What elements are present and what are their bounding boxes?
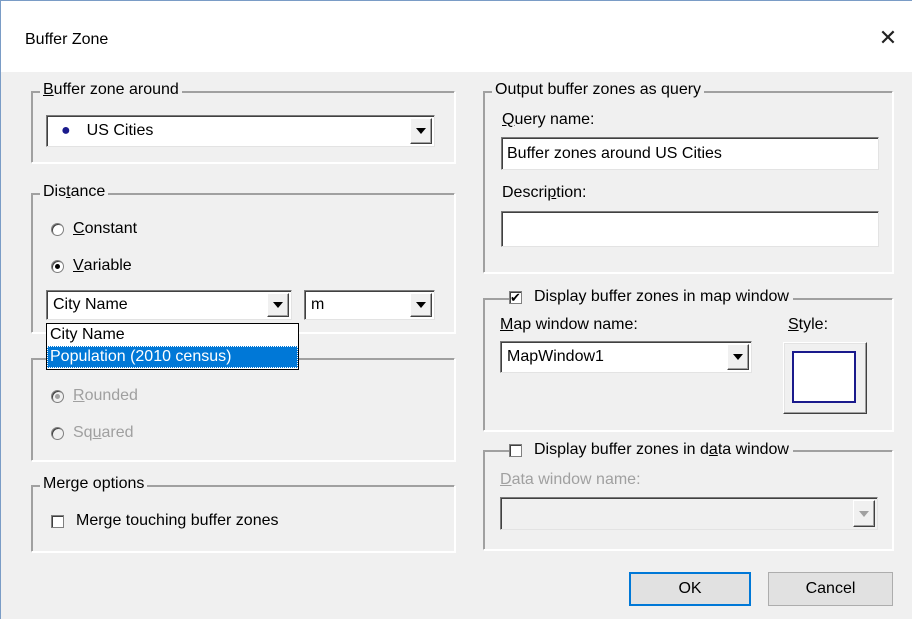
dialog-title: Buffer Zone [25,31,109,48]
style-swatch [792,351,856,403]
merge-label: Merge options [40,475,148,493]
squared-radio[interactable]: Sq u ared [51,424,134,442]
radio-checked-icon [51,389,64,403]
checkbox-icon [509,443,522,457]
data-window-name-label: Data window name: [500,471,641,488]
query-group-label: Output buffer zones as query [492,81,705,99]
chevron-down-icon[interactable] [410,118,432,144]
title-bar: Buffer Zone ✕ [1,1,912,72]
query-name-value: Buffer zones around US Cities [507,144,722,162]
rounded-radio[interactable]: Rounded [51,387,138,405]
query-name-input[interactable]: Buffer zones around US Cities [501,137,879,170]
radio-checked-icon [51,259,64,273]
map-window-select[interactable]: MapWindow1 [500,341,752,373]
buffer-around-label: Buffer zone around [40,81,182,99]
chevron-down-icon[interactable] [267,293,289,317]
dropdown-option-city-name[interactable]: City Name [47,324,298,346]
distance-field-select[interactable]: City Name [46,290,292,320]
close-icon[interactable]: ✕ [873,23,903,53]
map-window-checkbox[interactable]: ✔ Display buffer zones in map window [509,288,793,306]
map-window-value: MapWindow1 [507,348,604,365]
distance-field-value: City Name [53,296,128,313]
data-window-checkbox[interactable]: Display buffer zones in d a ta window [509,441,793,459]
description-label: Description: [502,184,587,201]
map-window-name-label: Map window name: [500,316,638,333]
data-window-select[interactable] [500,497,878,530]
style-label: Style: [788,316,829,333]
distance-unit-value: m [311,296,325,313]
constant-radio[interactable]: Constant [51,220,137,238]
buffer-zone-dialog: Buffer Zone ✕ Buffer zone around ● US Ci… [0,0,912,619]
chevron-down-icon[interactable] [853,500,875,527]
chevron-down-icon[interactable] [410,293,432,317]
radio-icon [51,426,64,440]
dropdown-option-population[interactable]: Population (2010 census) [47,346,298,368]
point-layer-icon: ● [61,122,71,139]
buffer-around-value: US Cities [86,122,154,139]
checkbox-icon [51,514,64,528]
distance-unit-select[interactable]: m [304,290,435,320]
variable-radio[interactable]: Variable [51,257,132,275]
cancel-button[interactable]: Cancel [768,572,893,606]
radio-icon [51,222,64,236]
shape-group [31,358,455,461]
checkbox-checked-icon: ✔ [509,289,522,305]
distance-label: Distance [40,183,109,201]
query-name-label: Query name: [502,111,595,128]
chevron-down-icon[interactable] [727,344,749,370]
merge-touching-checkbox[interactable]: Merge touching buffer zones [51,512,279,530]
buffer-around-select[interactable]: ● US Cities [46,115,435,147]
style-button[interactable] [783,342,867,414]
description-input[interactable] [501,211,879,247]
ok-button[interactable]: OK [629,572,751,606]
distance-field-dropdown: City Name Population (2010 census) [46,323,299,370]
